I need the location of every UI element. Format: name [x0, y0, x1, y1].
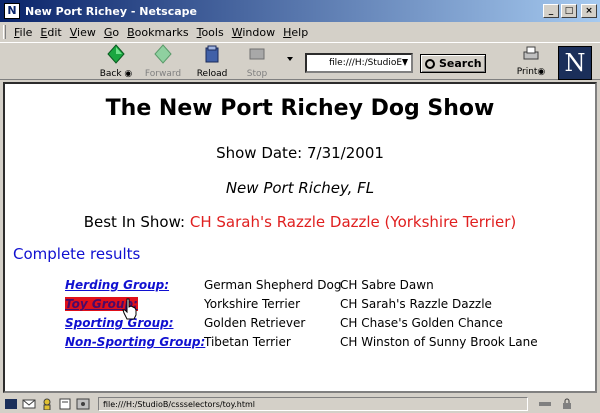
stop-icon: [249, 48, 265, 60]
best-in-show-label: Best In Show:: [83, 213, 186, 231]
maximize-button[interactable]: □: [561, 4, 577, 18]
print-dropdown-icon[interactable]: ◉: [537, 67, 545, 77]
page-title: The New Port Richey Dog Show: [105, 96, 495, 121]
title-bar[interactable]: N New Port Richey - Netscape _ □ ×: [0, 0, 600, 22]
group-winner: CH Chase's Golden Chance: [340, 316, 503, 330]
show-date: Show Date: 7/31/2001: [216, 144, 384, 162]
print-label: Print: [516, 67, 538, 77]
group-breed: Tibetan Terrier: [204, 335, 291, 349]
search-icon: [425, 58, 435, 69]
netscape-app-icon[interactable]: N: [4, 3, 20, 19]
netscape-logo[interactable]: N: [558, 46, 592, 80]
mail-icon[interactable]: [22, 398, 36, 410]
herding-group-link[interactable]: Herding Group:: [65, 278, 169, 292]
minimize-button[interactable]: _: [543, 4, 559, 18]
toolbar-dropdown-icon[interactable]: [287, 57, 293, 61]
online-status-icon[interactable]: [538, 398, 552, 410]
group-winner: CH Sabre Dawn: [340, 278, 434, 292]
forward-arrow-icon: [154, 44, 172, 64]
search-label: Search: [439, 57, 482, 70]
search-button[interactable]: Search: [420, 54, 486, 73]
stop-label: Stop: [246, 69, 268, 79]
composer-icon[interactable]: [58, 398, 72, 410]
page-content[interactable]: The New Port Richey Dog Show Show Date: …: [3, 82, 597, 393]
best-in-show-winner: CH Sarah's Razzle Dazzle (Yorkshire Terr…: [189, 213, 517, 231]
address-book-icon[interactable]: [76, 398, 90, 410]
menu-bar: File Edit View Go Bookmarks Tools Window…: [0, 22, 600, 42]
group-breed: Yorkshire Terrier: [204, 297, 300, 311]
reload-icon: [205, 45, 219, 63]
back-dropdown-icon[interactable]: ◉: [122, 69, 132, 79]
menu-go[interactable]: Go: [104, 26, 119, 39]
menu-file[interactable]: File: [14, 26, 32, 39]
security-lock-icon[interactable]: [560, 398, 574, 410]
menu-grip[interactable]: [3, 25, 6, 39]
non-sporting-group-link[interactable]: Non-Sporting Group:: [65, 335, 205, 349]
back-button[interactable]: Back ◉: [94, 43, 138, 79]
reload-button[interactable]: Reload: [190, 43, 234, 79]
navigation-toolbar: Back ◉ Forward Reload Stop file:///H:/St…: [0, 42, 600, 80]
menu-help[interactable]: Help: [283, 26, 308, 39]
forward-label: Forward: [144, 69, 182, 79]
show-location: New Port Richey, FL: [225, 179, 375, 197]
menu-window[interactable]: Window: [232, 26, 275, 39]
forward-button[interactable]: Forward: [141, 43, 185, 79]
complete-results-link[interactable]: Complete results: [13, 245, 140, 263]
group-breed: German Shepherd Dog: [204, 278, 342, 292]
menu-bookmarks[interactable]: Bookmarks: [127, 26, 188, 39]
print-icon: [523, 46, 539, 60]
back-arrow-icon: [107, 44, 125, 64]
stop-button[interactable]: Stop: [235, 43, 279, 79]
best-in-show: Best In Show: CH Sarah's Razzle Dazzle (…: [5, 213, 595, 231]
menu-tools[interactable]: Tools: [197, 26, 224, 39]
group-breed: Golden Retriever: [204, 316, 306, 330]
hand-pointer-icon: [122, 298, 137, 320]
status-text: file:///H:/StudioB/cssselectors/toy.html: [98, 397, 528, 411]
menu-view[interactable]: View: [70, 26, 96, 39]
print-button[interactable]: Print◉: [511, 45, 551, 81]
window-title: New Port Richey - Netscape: [25, 4, 197, 18]
group-winner: CH Sarah's Razzle Dazzle: [340, 297, 492, 311]
reload-label: Reload: [196, 69, 228, 79]
close-button[interactable]: ×: [581, 4, 597, 18]
menu-edit[interactable]: Edit: [40, 26, 61, 39]
url-text: file:///H:/StudioE: [329, 58, 403, 68]
url-dropdown-icon[interactable]: [402, 59, 408, 66]
navigator-icon[interactable]: [4, 398, 18, 410]
status-bar: file:///H:/StudioB/cssselectors/toy.html: [0, 395, 600, 413]
group-winner: CH Winston of Sunny Brook Lane: [340, 335, 538, 349]
sporting-group-link[interactable]: Sporting Group:: [65, 316, 174, 330]
back-label: Back: [99, 69, 122, 79]
url-field[interactable]: file:///H:/StudioE: [305, 53, 413, 73]
instant-messenger-icon[interactable]: [40, 398, 54, 410]
